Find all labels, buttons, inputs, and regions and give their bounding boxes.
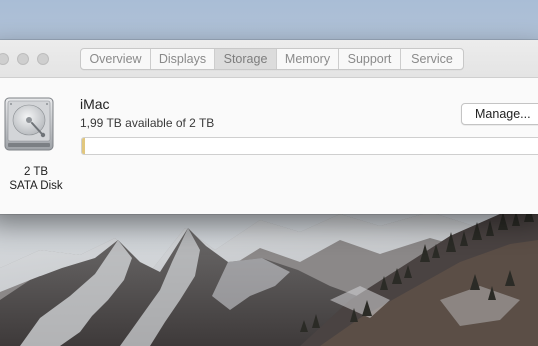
tab-memory[interactable]: Memory [277, 49, 339, 69]
storage-used-segment [82, 138, 85, 154]
tab-storage[interactable]: Storage [215, 49, 277, 69]
window-titlebar: Overview Displays Storage Memory Support… [0, 40, 538, 78]
drive-availability: 1,99 TB available of 2 TB [80, 116, 215, 130]
hard-drive-icon [2, 96, 56, 152]
about-this-mac-window: Overview Displays Storage Memory Support… [0, 40, 538, 214]
zoom-window-button[interactable] [37, 53, 49, 65]
tab-service[interactable]: Service [401, 49, 463, 69]
tab-support[interactable]: Support [339, 49, 401, 69]
close-window-button[interactable] [0, 53, 9, 65]
tab-displays[interactable]: Displays [151, 49, 215, 69]
disk-type-label: SATA Disk [9, 180, 63, 192]
tab-bar: Overview Displays Storage Memory Support… [80, 48, 464, 70]
storage-panel: 2 TB SATA Disk iMac 1,99 TB available of… [0, 78, 538, 214]
drive-name: iMac [80, 96, 110, 112]
storage-usage-bar [81, 137, 538, 155]
tab-overview[interactable]: Overview [81, 49, 151, 69]
minimize-window-button[interactable] [17, 53, 29, 65]
disk-size-label: 2 TB [23, 166, 49, 178]
manage-button[interactable]: Manage... [461, 103, 538, 125]
storage-pane: 2 TB SATA Disk iMac 1,99 TB available of… [0, 78, 538, 214]
